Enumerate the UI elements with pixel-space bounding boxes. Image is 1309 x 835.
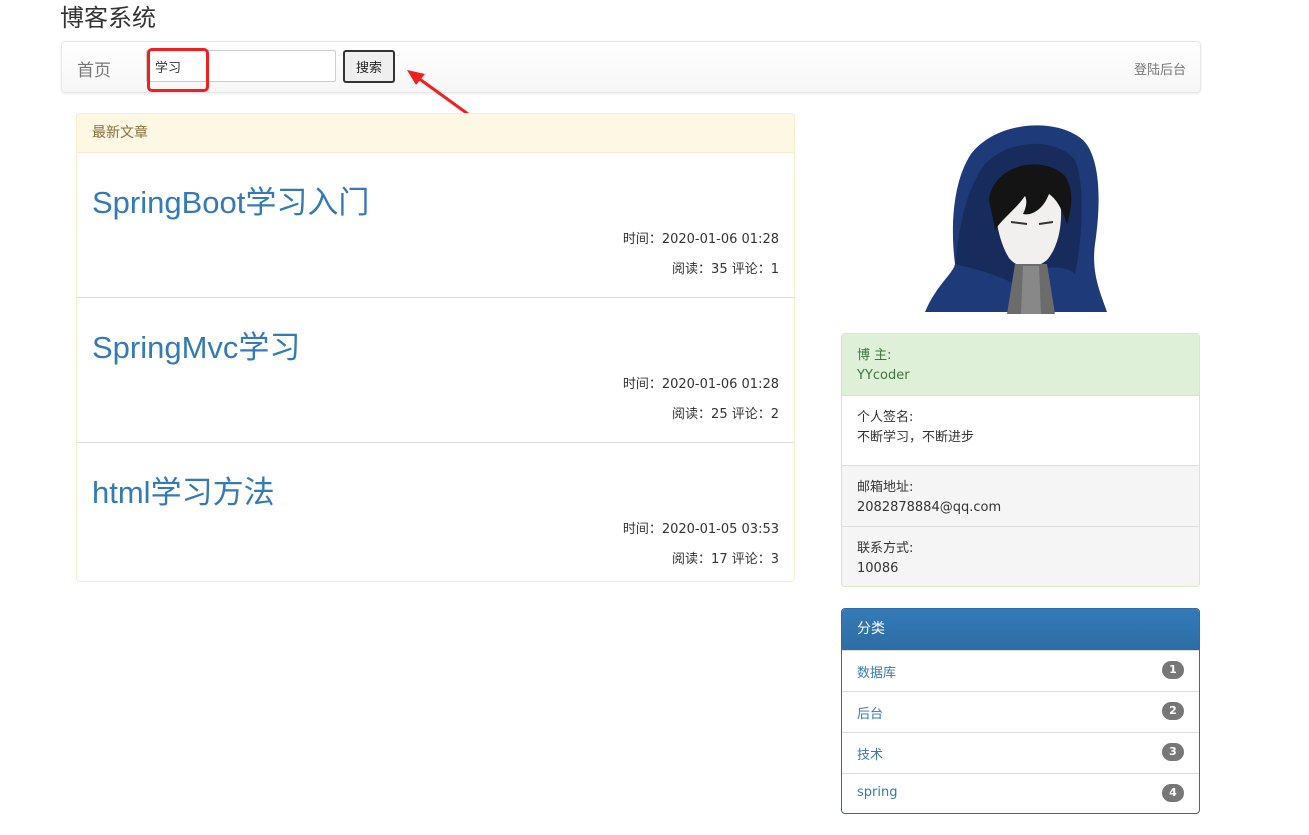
contact-label: 联系方式: [857, 541, 914, 556]
category-count-badge: 4 [1162, 784, 1184, 802]
latest-articles-heading: 最新文章 [77, 114, 794, 153]
article-title-link[interactable]: html学习方法 [92, 467, 275, 512]
owner-name: YYcoder [857, 368, 910, 383]
nav-home-link[interactable]: 首页 [77, 56, 111, 81]
category-label[interactable]: spring [857, 785, 897, 800]
article-time: 时间：2020-01-06 01:28 [622, 377, 779, 392]
category-item[interactable]: spring 4 [842, 773, 1199, 813]
article-item: SpringMvc学习 时间：2020-01-06 01:28 阅读：25 评论… [77, 298, 794, 443]
article-time: 时间：2020-01-05 03:53 [622, 522, 779, 537]
email-label: 邮箱地址: [857, 480, 914, 495]
category-count-badge: 1 [1162, 661, 1184, 679]
blogger-owner-section: 博 主: YYcoder [842, 334, 1199, 396]
category-label[interactable]: 数据库 [857, 662, 896, 681]
blogger-avatar [915, 114, 1115, 314]
contact-text: 10086 [857, 561, 899, 576]
category-count-badge: 2 [1162, 702, 1184, 720]
search-button[interactable]: 搜索 [343, 50, 395, 83]
article-item: html学习方法 时间：2020-01-05 03:53 阅读：17 评论：3 [77, 443, 794, 581]
article-stats: 阅读：35 评论：1 [672, 262, 779, 277]
admin-login-link[interactable]: 登陆后台 [1134, 59, 1186, 78]
category-label[interactable]: 技术 [857, 744, 883, 763]
category-item[interactable]: 后台 2 [842, 691, 1199, 732]
article-stats: 阅读：17 评论：3 [672, 552, 779, 567]
signature-text: 不断学习，不断进步 [857, 430, 975, 445]
email-text: 2082878884@qq.com [857, 500, 1002, 515]
article-stats: 阅读：25 评论：2 [672, 407, 779, 422]
navbar: 首页 搜索 登陆后台 [61, 41, 1201, 93]
latest-articles-panel: 最新文章 SpringBoot学习入门 时间：2020-01-06 01:28 … [76, 113, 795, 582]
category-label[interactable]: 后台 [857, 703, 883, 722]
category-item[interactable]: 技术 3 [842, 732, 1199, 773]
article-item: SpringBoot学习入门 时间：2020-01-06 01:28 阅读：35… [77, 153, 794, 298]
email-section: 邮箱地址: 2082878884@qq.com [842, 466, 1199, 527]
signature-section: 个人签名: 不断学习，不断进步 [842, 396, 1199, 466]
site-title: 博客系统 [60, 4, 156, 32]
contact-section: 联系方式: 10086 [842, 527, 1199, 586]
signature-label: 个人签名: [857, 410, 914, 425]
category-count-badge: 3 [1162, 743, 1184, 761]
article-title-link[interactable]: SpringBoot学习入门 [92, 177, 369, 222]
blogger-info-panel: 博 主: YYcoder 个人签名: 不断学习，不断进步 邮箱地址: 20828… [841, 333, 1200, 587]
annotation-arrow-icon [407, 70, 470, 116]
article-time: 时间：2020-01-06 01:28 [622, 232, 779, 247]
category-panel: 分类 数据库 1 后台 2 技术 3 spring 4 [841, 608, 1200, 814]
owner-label: 博 主: [857, 348, 892, 363]
article-title-link[interactable]: SpringMvc学习 [92, 322, 300, 367]
annotation-highlight-box [147, 48, 209, 92]
category-heading: 分类 [842, 609, 1199, 650]
category-item[interactable]: 数据库 1 [842, 650, 1199, 691]
